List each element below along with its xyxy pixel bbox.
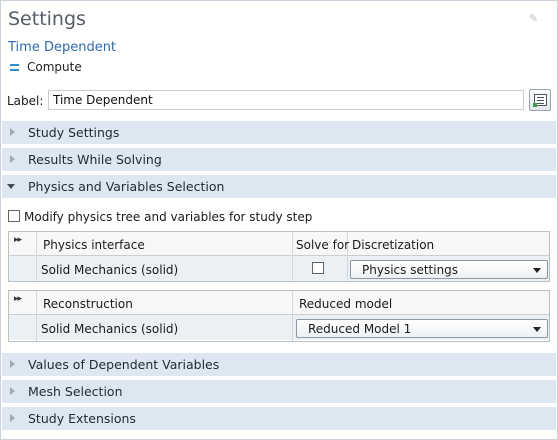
column-header-physics-interface[interactable]: Physics interface bbox=[43, 238, 145, 252]
physics-table: ▸▸ Physics interface Solve for Discretiz… bbox=[8, 231, 550, 282]
label-row: Label: bbox=[7, 89, 553, 113]
section-label: Values of Dependent Variables bbox=[28, 357, 220, 372]
column-header-reconstruction[interactable]: Reconstruction bbox=[43, 297, 133, 311]
compute-icon bbox=[10, 63, 19, 71]
chevron-down-icon bbox=[533, 268, 541, 273]
section-mesh-selection[interactable]: Mesh Selection bbox=[2, 380, 556, 403]
dropdown-value: Reduced Model 1 bbox=[308, 322, 412, 336]
section-study-extensions[interactable]: Study Extensions bbox=[2, 407, 556, 430]
section-values-dependent-variables[interactable]: Values of Dependent Variables bbox=[2, 353, 556, 376]
compute-label: Compute bbox=[27, 60, 82, 74]
node-subtitle: Time Dependent bbox=[8, 40, 117, 55]
page-title: Settings bbox=[8, 8, 86, 30]
pin-icon[interactable]: ✎ bbox=[529, 13, 539, 25]
column-header-discretization[interactable]: Discretization bbox=[352, 238, 434, 252]
expand-arrow-icon bbox=[10, 414, 15, 422]
reconstruction-table: ▸▸ Reconstruction Reduced model Solid Me… bbox=[8, 290, 550, 342]
compute-button[interactable]: Compute bbox=[10, 60, 82, 74]
reduced-model-dropdown[interactable]: Reduced Model 1 bbox=[296, 319, 548, 338]
modify-physics-label: Modify physics tree and variables for st… bbox=[24, 210, 313, 224]
collapse-arrow-icon bbox=[7, 184, 15, 189]
section-results-while-solving[interactable]: Results While Solving bbox=[2, 148, 556, 171]
settings-window: Settings ✎ Time Dependent Compute Label:… bbox=[0, 0, 558, 440]
section-label: Study Extensions bbox=[28, 411, 136, 426]
expand-arrow-icon bbox=[10, 128, 15, 136]
modify-physics-checkbox[interactable] bbox=[8, 210, 20, 222]
reconstruction-cell: Solid Mechanics (solid) bbox=[41, 322, 179, 336]
section-label: Results While Solving bbox=[28, 152, 162, 167]
expand-arrow-icon bbox=[10, 387, 15, 395]
column-header-solve-for[interactable]: Solve for bbox=[296, 238, 349, 252]
green-mark-icon bbox=[533, 103, 537, 107]
solve-for-checkbox[interactable] bbox=[312, 262, 324, 274]
expand-arrow-icon bbox=[10, 155, 15, 163]
label-input[interactable] bbox=[48, 90, 524, 110]
table-menu-icon[interactable]: ▸▸ bbox=[14, 235, 22, 245]
section-physics-variables[interactable]: Physics and Variables Selection bbox=[2, 175, 556, 198]
chevron-down-icon bbox=[533, 327, 541, 332]
label-caption: Label: bbox=[7, 94, 44, 108]
section-label: Mesh Selection bbox=[28, 384, 123, 399]
physics-interface-cell: Solid Mechanics (solid) bbox=[41, 263, 179, 277]
section-study-settings[interactable]: Study Settings bbox=[2, 121, 556, 144]
table-menu-icon[interactable]: ▸▸ bbox=[14, 294, 22, 304]
expand-arrow-icon bbox=[10, 360, 15, 368]
section-label: Physics and Variables Selection bbox=[28, 179, 225, 194]
label-edit-button[interactable] bbox=[529, 89, 551, 111]
discretization-dropdown[interactable]: Physics settings bbox=[350, 260, 548, 279]
section-label: Study Settings bbox=[28, 125, 120, 140]
column-header-reduced-model[interactable]: Reduced model bbox=[299, 297, 392, 311]
dropdown-value: Physics settings bbox=[362, 263, 459, 277]
